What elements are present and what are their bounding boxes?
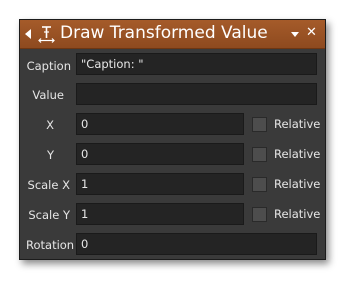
draw-transformed-value-panel: Draw Transformed Value ✕ Caption "Captio… xyxy=(19,19,326,260)
x-relative-checkbox[interactable] xyxy=(252,117,267,132)
rotation-input[interactable]: 0 xyxy=(76,233,317,255)
value-label: Value xyxy=(32,88,64,102)
x-input[interactable]: 0 xyxy=(76,113,244,135)
text-cursor-icon xyxy=(38,25,55,43)
y-relative-checkbox[interactable] xyxy=(252,147,267,162)
caption-label: Caption xyxy=(26,59,71,73)
value-input[interactable] xyxy=(76,83,317,105)
y-input[interactable]: 0 xyxy=(76,143,244,165)
scale-y-relative-checkbox[interactable] xyxy=(252,207,267,222)
scale-y-label: Scale Y xyxy=(28,208,70,222)
scale-x-input[interactable]: 1 xyxy=(76,173,244,195)
scale-x-relative-label: Relative xyxy=(274,177,321,191)
scale-x-label: Scale X xyxy=(27,178,70,192)
close-icon[interactable]: ✕ xyxy=(306,25,317,41)
panel-title: Draw Transformed Value xyxy=(60,23,268,43)
scale-y-relative-label: Relative xyxy=(274,207,321,221)
scale-y-input[interactable]: 1 xyxy=(76,203,244,225)
y-relative-label: Relative xyxy=(274,147,321,161)
x-relative-label: Relative xyxy=(274,117,321,131)
rotation-label: Rotation xyxy=(26,238,75,252)
collapse-arrow-icon[interactable] xyxy=(25,29,31,39)
chevron-down-icon[interactable] xyxy=(291,32,299,37)
caption-input[interactable]: "Caption: " xyxy=(76,53,317,75)
panel-titlebar[interactable]: Draw Transformed Value ✕ xyxy=(20,20,325,49)
x-label: X xyxy=(46,118,54,132)
scale-x-relative-checkbox[interactable] xyxy=(252,177,267,192)
y-label: Y xyxy=(46,148,54,162)
